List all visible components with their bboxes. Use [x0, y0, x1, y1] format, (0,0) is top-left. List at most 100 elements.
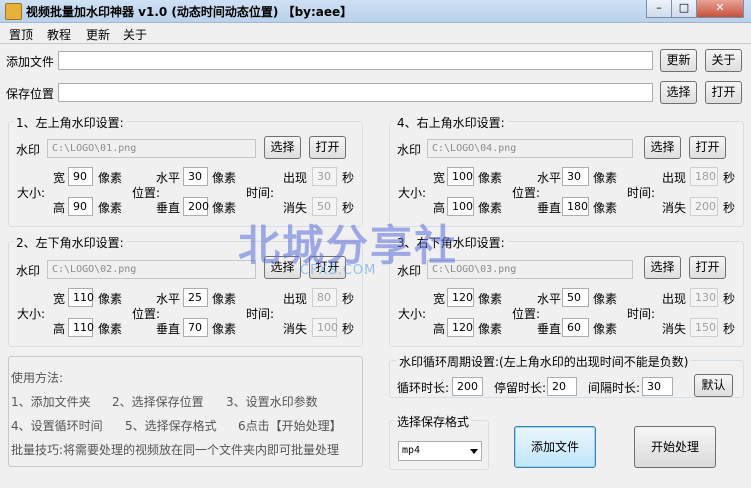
cycle-title: 水印循环周期设置:(左上角水印的出现时间不能是负数): [396, 353, 692, 370]
stay-length-label: 停留时长:: [494, 381, 547, 395]
about-button[interactable]: 关于: [705, 49, 742, 72]
format-select[interactable]: mp4: [398, 441, 482, 461]
height-input-3[interactable]: 120: [447, 318, 474, 337]
height-label: 高: [53, 322, 66, 336]
choose-save-button[interactable]: 选择: [660, 81, 697, 104]
appear-input-4[interactable]: 180: [690, 167, 718, 186]
minimize-button[interactable]: –: [646, 0, 672, 18]
app-icon: [5, 3, 22, 20]
sec-label: 秒: [723, 171, 736, 185]
px-label: 像素: [98, 201, 123, 215]
px-label: 像素: [478, 201, 503, 215]
choose-watermark-3[interactable]: 选择: [644, 256, 681, 279]
time-label: 时间:: [246, 186, 275, 200]
px-label: 像素: [593, 292, 618, 306]
open-watermark-1[interactable]: 打开: [309, 136, 346, 159]
choose-watermark-1[interactable]: 选择: [264, 136, 301, 159]
y-input-3[interactable]: 60: [562, 318, 589, 337]
px-label: 像素: [593, 171, 618, 185]
chevron-down-icon: [470, 449, 478, 454]
menu-separator: [0, 43, 751, 44]
menu-bar: 置顶 教程 更新 关于: [0, 23, 751, 43]
px-label: 像素: [478, 292, 503, 306]
width-label: 宽: [433, 292, 446, 306]
watermark-label: 水印: [16, 264, 41, 278]
sec-label: 秒: [342, 171, 355, 185]
cycle-length-input[interactable]: 200: [452, 377, 483, 396]
x-input-4[interactable]: 30: [562, 167, 589, 186]
position-label: 位置:: [512, 307, 541, 321]
px-label: 像素: [478, 171, 503, 185]
start-process-button[interactable]: 开始处理: [634, 426, 716, 468]
watermark-path-4[interactable]: C:\LOGO\04.png: [427, 139, 633, 158]
add-file-label: 添加文件: [6, 55, 55, 69]
interval-length-label: 间隔时长:: [588, 381, 641, 395]
help-tip: 批量技巧:将需要处理的视频放在同一个文件夹内即可批量处理: [11, 443, 340, 457]
help-step-3: 3、设置水印参数: [226, 395, 318, 409]
y-input-4[interactable]: 180: [562, 197, 589, 216]
disappear-input-2[interactable]: 100: [312, 318, 338, 337]
px-label: 像素: [593, 201, 618, 215]
maximize-button[interactable]: □: [671, 0, 697, 18]
menu-tutorial[interactable]: 教程: [47, 26, 71, 43]
open-save-button[interactable]: 打开: [705, 81, 742, 104]
horizontal-label: 水平: [537, 171, 562, 185]
width-input-1[interactable]: 90: [68, 167, 93, 186]
width-input-2[interactable]: 110: [68, 288, 94, 307]
width-input-4[interactable]: 100: [447, 167, 474, 186]
size-label: 大小:: [17, 307, 46, 321]
width-input-3[interactable]: 120: [447, 288, 474, 307]
px-label: 像素: [212, 201, 237, 215]
watermark-path-1[interactable]: C:\LOGO\01.png: [47, 139, 256, 158]
help-step-5: 5、选择保存格式: [125, 419, 217, 433]
size-label: 大小:: [398, 307, 427, 321]
add-file-input[interactable]: [58, 51, 653, 70]
width-label: 宽: [53, 292, 66, 306]
update-button[interactable]: 更新: [660, 49, 697, 72]
appear-input-2[interactable]: 80: [312, 288, 337, 307]
disappear-label: 消失: [662, 322, 687, 336]
menu-pin[interactable]: 置顶: [9, 26, 33, 43]
height-label: 高: [53, 201, 66, 215]
y-input-1[interactable]: 200: [183, 197, 209, 216]
appear-label: 出现: [283, 171, 308, 185]
add-file-button[interactable]: 添加文件: [514, 426, 596, 468]
appear-input-3[interactable]: 130: [690, 288, 718, 307]
appear-input-1[interactable]: 30: [312, 167, 337, 186]
px-label: 像素: [212, 292, 237, 306]
height-input-2[interactable]: 110: [68, 318, 94, 337]
default-button[interactable]: 默认: [694, 374, 733, 397]
watermark-path-2[interactable]: C:\LOGO\02.png: [47, 260, 256, 279]
save-path-input[interactable]: [58, 83, 653, 102]
x-input-1[interactable]: 30: [183, 167, 208, 186]
disappear-label: 消失: [283, 322, 308, 336]
height-label: 高: [433, 322, 446, 336]
appear-label: 出现: [283, 292, 308, 306]
x-input-2[interactable]: 25: [183, 288, 208, 307]
open-watermark-4[interactable]: 打开: [689, 136, 726, 159]
sec-label: 秒: [723, 292, 736, 306]
cycle-length-label: 循环时长:: [397, 381, 450, 395]
size-label: 大小:: [398, 186, 427, 200]
x-input-3[interactable]: 50: [562, 288, 589, 307]
disappear-input-4[interactable]: 200: [690, 197, 718, 216]
choose-watermark-4[interactable]: 选择: [644, 136, 681, 159]
px-label: 像素: [98, 292, 123, 306]
window-title: 视频批量加水印神器 v1.0 (动态时间动态位置) 【by:aee】: [26, 5, 353, 19]
help-title: 使用方法:: [11, 371, 64, 385]
px-label: 像素: [478, 322, 503, 336]
stay-length-input[interactable]: 20: [547, 377, 577, 396]
sec-label: 秒: [342, 322, 355, 336]
overlay-watermark-url: CFXS.COM: [300, 263, 377, 278]
size-label: 大小:: [17, 186, 46, 200]
vertical-label: 垂直: [537, 201, 562, 215]
close-button[interactable]: ✕: [696, 0, 744, 18]
open-watermark-3[interactable]: 打开: [689, 256, 726, 279]
menu-update[interactable]: 更新: [86, 26, 110, 43]
menu-about[interactable]: 关于: [123, 26, 147, 43]
interval-length-input[interactable]: 30: [642, 377, 673, 396]
y-input-2[interactable]: 70: [183, 318, 208, 337]
position-label: 位置:: [512, 186, 541, 200]
disappear-input-3[interactable]: 150: [690, 318, 718, 337]
height-input-1[interactable]: 90: [68, 197, 93, 216]
